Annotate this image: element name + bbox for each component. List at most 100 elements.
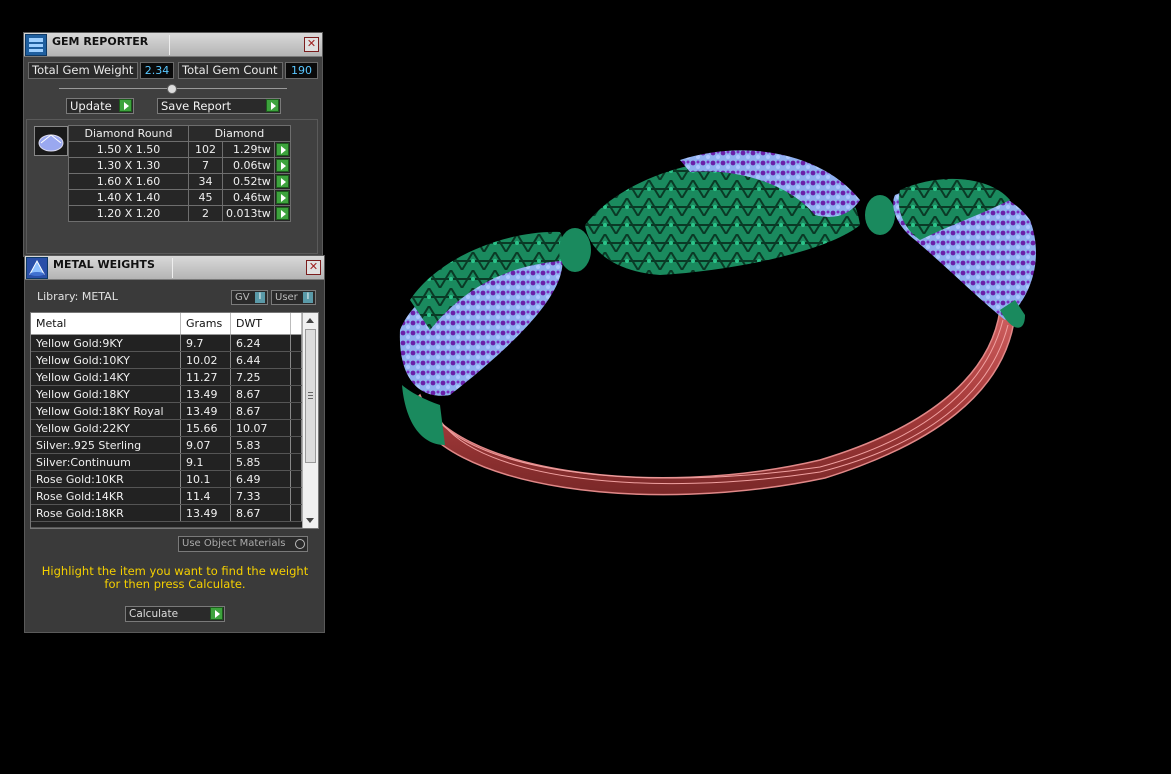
gem-col-type: Diamond: [188, 125, 291, 142]
metal-dwt: 5.85: [231, 454, 291, 470]
metal-grams: 11.27: [181, 369, 231, 385]
total-gem-weight-label: Total Gem Weight: [28, 62, 138, 79]
metal-dwt: 7.25: [231, 369, 291, 385]
metal-spacer: [291, 420, 302, 436]
metal-dwt: 8.67: [231, 403, 291, 419]
close-icon[interactable]: ✕: [304, 37, 319, 52]
metal-spacer: [291, 386, 302, 402]
gem-count: 102: [188, 141, 223, 158]
metal-grams: 15.66: [181, 420, 231, 436]
metal-row[interactable]: Yellow Gold:14KY 11.27 7.25: [31, 369, 318, 386]
gem-row[interactable]: 1.60 X 1.60 34 0.52tw: [68, 173, 291, 190]
gv-button[interactable]: GV I: [231, 290, 268, 305]
metal-metal: Yellow Gold:22KY: [31, 420, 181, 436]
metal-grams: 13.49: [181, 403, 231, 419]
info-icon: I: [303, 292, 313, 303]
gem-col-shape: Diamond Round: [68, 125, 189, 142]
metal-row[interactable]: Yellow Gold:10KY 10.02 6.44: [31, 352, 318, 369]
gem-count: 2: [188, 205, 223, 222]
use-object-materials-toggle[interactable]: Use Object Materials: [178, 536, 308, 552]
gem-reporter-titlebar[interactable]: GEM REPORTER ✕: [24, 33, 322, 57]
scroll-down-icon[interactable]: [306, 518, 314, 523]
gem-row[interactable]: 1.30 X 1.30 7 0.06tw: [68, 157, 291, 174]
metal-weights-icon: [26, 257, 48, 279]
metal-dwt: 8.67: [231, 505, 291, 521]
metal-row[interactable]: Yellow Gold:18KY Royal 13.49 8.67: [31, 403, 318, 420]
gem-count: 34: [188, 173, 223, 190]
col-dwt[interactable]: DWT: [231, 313, 291, 334]
close-icon[interactable]: ✕: [306, 260, 321, 275]
gem-weight: 0.06tw: [222, 157, 275, 174]
update-button-label: Update: [70, 99, 112, 113]
gem-weight: 1.29tw: [222, 141, 275, 158]
metal-weights-titlebar[interactable]: METAL WEIGHTS ✕: [25, 256, 324, 280]
gem-size: 1.40 X 1.40: [68, 189, 189, 206]
gem-reporter-title: GEM REPORTER: [52, 35, 149, 48]
gem-size: 1.60 X 1.60: [68, 173, 189, 190]
gem-weight: 0.013tw: [222, 205, 275, 222]
metal-row[interactable]: Silver:.925 Sterling 9.07 5.83: [31, 437, 318, 454]
metal-dwt: 10.07: [231, 420, 291, 436]
metal-spacer: [291, 352, 302, 368]
metal-row[interactable]: Yellow Gold:9KY 9.7 6.24: [31, 335, 318, 352]
gem-row[interactable]: 1.20 X 1.20 2 0.013tw: [68, 205, 291, 222]
use-object-materials-label: Use Object Materials: [182, 538, 286, 549]
calculate-arrow-icon[interactable]: [210, 607, 223, 620]
gem-row[interactable]: 1.40 X 1.40 45 0.46tw: [68, 189, 291, 206]
scroll-thumb[interactable]: [305, 329, 316, 463]
metal-spacer: [291, 471, 302, 487]
play-arrow-icon[interactable]: [275, 159, 289, 172]
metal-row[interactable]: Silver:Continuum 9.1 5.85: [31, 454, 318, 471]
radio-icon: [295, 539, 305, 549]
instruction-text-line2: for then press Calculate.: [104, 577, 246, 591]
col-metal[interactable]: Metal: [31, 313, 181, 334]
gem-thumbnail-icon[interactable]: [34, 126, 68, 156]
metal-spacer: [291, 335, 302, 351]
gem-row[interactable]: 1.50 X 1.50 102 1.29tw: [68, 141, 291, 158]
metal-row[interactable]: Rose Gold:18KR 13.49 8.67: [31, 505, 318, 522]
play-arrow-icon[interactable]: [275, 143, 289, 156]
metal-dwt: 6.24: [231, 335, 291, 351]
save-report-button[interactable]: Save Report: [157, 98, 281, 114]
col-grams[interactable]: Grams: [181, 313, 231, 334]
metal-spacer: [291, 403, 302, 419]
gem-weight: 0.46tw: [222, 189, 275, 206]
update-arrow-icon[interactable]: [119, 99, 132, 112]
gem-table: Diamond Round Diamond 1.50 X 1.50 102 1.…: [68, 125, 291, 222]
gem-slider[interactable]: [59, 84, 287, 94]
metal-spacer: [291, 454, 302, 470]
metal-list-header: Metal Grams DWT: [31, 313, 318, 335]
save-report-arrow-icon[interactable]: [266, 99, 279, 112]
info-icon: I: [255, 292, 265, 303]
metal-row[interactable]: Yellow Gold:18KY 13.49 8.67: [31, 386, 318, 403]
play-arrow-icon[interactable]: [275, 175, 289, 188]
user-button-label: User: [275, 292, 298, 303]
metal-grams: 13.49: [181, 505, 231, 521]
save-report-button-label: Save Report: [161, 99, 232, 113]
slider-handle[interactable]: [167, 84, 177, 94]
user-button[interactable]: User I: [271, 290, 316, 305]
calculate-button-label: Calculate: [129, 608, 179, 620]
metal-grams: 11.4: [181, 488, 231, 504]
metal-metal: Yellow Gold:9KY: [31, 335, 181, 351]
metal-list[interactable]: Metal Grams DWT Yellow Gold:9KY 9.7 6.24 Ye…: [30, 312, 319, 529]
metal-metal: Yellow Gold:14KY: [31, 369, 181, 385]
vertical-scrollbar[interactable]: [302, 313, 318, 528]
metal-grams: 13.49: [181, 386, 231, 402]
metal-row[interactable]: Yellow Gold:22KY 15.66 10.07: [31, 420, 318, 437]
play-arrow-icon[interactable]: [275, 191, 289, 204]
gem-reporter-icon: [25, 34, 47, 56]
total-gem-count-value: 190: [285, 62, 318, 79]
metal-spacer: [291, 437, 302, 453]
gem-size: 1.50 X 1.50: [68, 141, 189, 158]
metal-dwt: 7.33: [231, 488, 291, 504]
metal-grams: 9.1: [181, 454, 231, 470]
metal-row[interactable]: Rose Gold:14KR 11.4 7.33: [31, 488, 318, 505]
play-arrow-icon[interactable]: [275, 207, 289, 220]
metal-metal: Rose Gold:10KR: [31, 471, 181, 487]
metal-row[interactable]: Rose Gold:10KR 10.1 6.49: [31, 471, 318, 488]
metal-grams: 10.1: [181, 471, 231, 487]
total-gem-weight-value: 2.34: [140, 62, 174, 79]
scroll-up-icon[interactable]: [306, 318, 314, 323]
metal-metal: Silver:Continuum: [31, 454, 181, 470]
